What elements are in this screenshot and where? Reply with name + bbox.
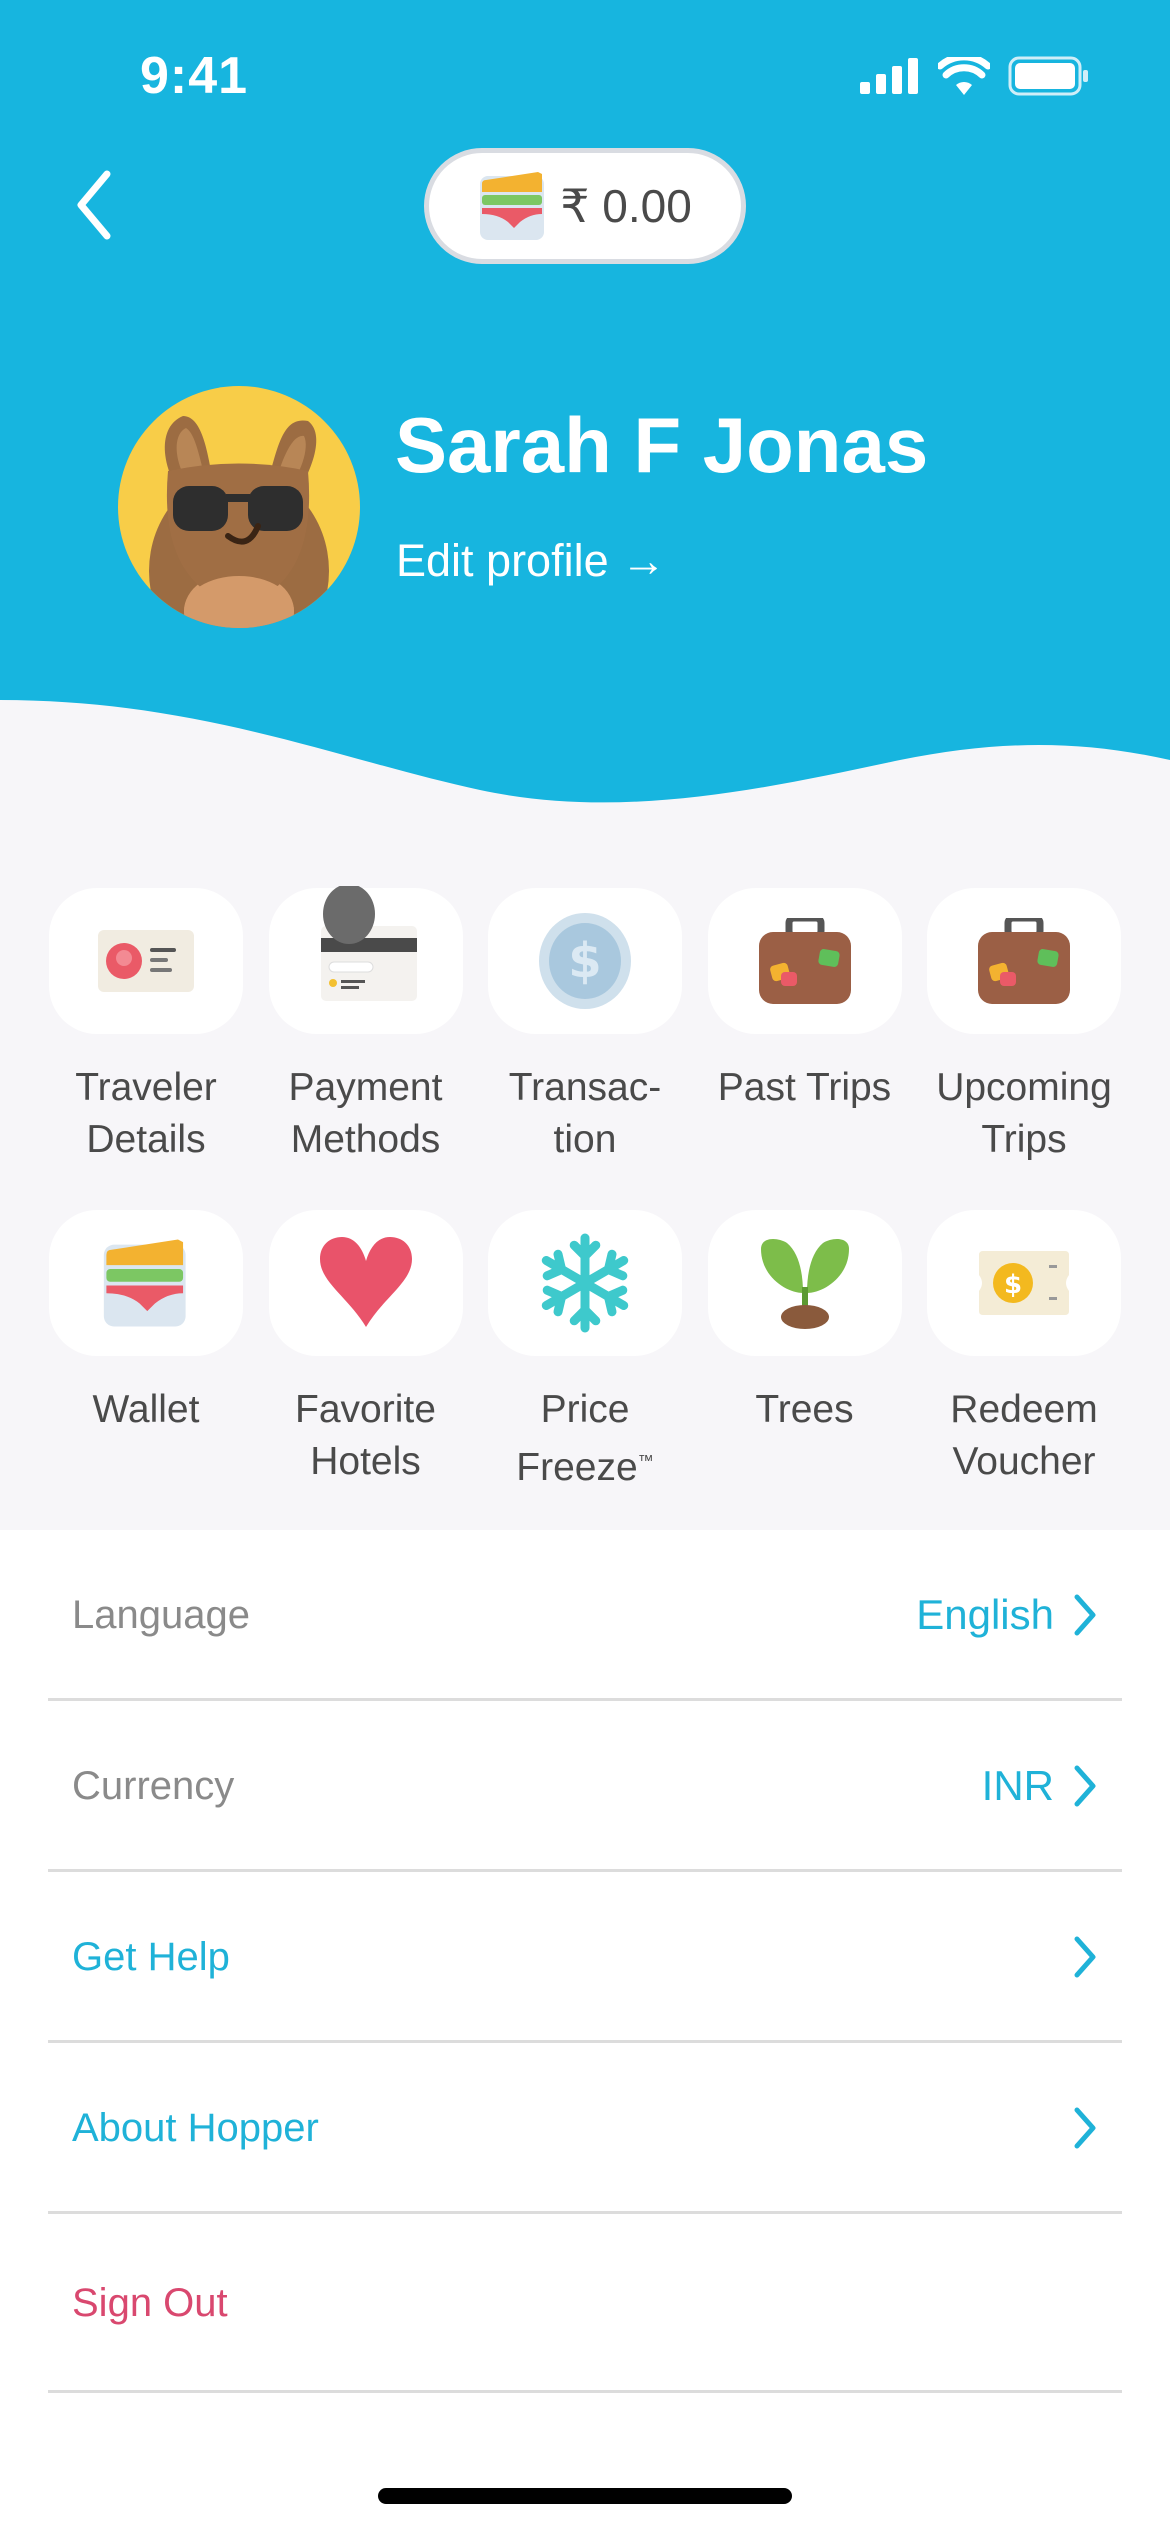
trademark-symbol: ™ [637,1453,654,1470]
chevron-right-icon [1074,2107,1096,2149]
id-card-icon [98,930,194,992]
suitcase-icon [978,918,1070,1004]
tile-trees[interactable]: Trees [707,1210,903,1494]
tile-label: Traveler Details [75,1066,217,1161]
status-icons [860,56,1090,96]
edit-profile-link[interactable]: Edit profile → [396,535,666,587]
tile-box [488,1210,682,1356]
tile-upcoming-trips[interactable]: Upcoming Trips [926,888,1122,1166]
cellular-signal-icon [860,58,918,94]
tile-box [707,1210,902,1356]
tile-label: Price Freeze™ [516,1384,653,1494]
sprout-icon [760,1239,849,1329]
wifi-icon [938,57,990,95]
snowflake-icon [541,1233,629,1333]
tile-favorite-hotels[interactable]: Favorite Hotels [268,1210,464,1494]
home-indicator[interactable] [378,2488,792,2504]
tile-transaction[interactable]: $ Transac- tion [487,888,683,1166]
tile-label: Payment Methods [288,1066,443,1161]
tile-box [927,888,1121,1034]
wallet-icon [103,1239,186,1327]
tile-box [707,888,902,1034]
tile-label: Transac- tion [508,1066,662,1161]
tile-redeem-voucher[interactable]: $ Redeem Voucher [926,1210,1122,1494]
divider [48,2390,1122,2393]
tile-label-text: Price Freeze [516,1388,638,1489]
currency-value-group: INR [982,1762,1098,1810]
about-hopper-chevron-group [1072,2106,1098,2150]
tile-label: Favorite Hotels [295,1388,436,1483]
back-button[interactable] [58,170,128,240]
credit-card-icon [320,886,417,1001]
chevron-left-icon [77,170,111,240]
tile-box: $ [927,1210,1121,1356]
wallet-icon [480,172,545,240]
chevron-right-icon [1074,1765,1096,1807]
profile-header: 9:41 ₹ 0.00 Sarah F Jonas Edit profile → [0,0,1170,820]
tile-box: $ [488,888,682,1034]
tile-wallet[interactable]: Wallet [48,1210,244,1494]
tile-box [268,1210,463,1356]
dollar-coin-icon: $ [539,913,631,1009]
get-help-row[interactable]: Get Help [48,1872,1122,2042]
language-label: Language [72,1592,250,1637]
chevron-right-icon [1074,1594,1096,1636]
tile-box [49,888,243,1034]
language-value-group: English [916,1591,1098,1639]
heart-icon [319,1237,412,1327]
get-help-chevron-group [1072,1935,1098,1979]
svg-text:$: $ [1004,1270,1022,1300]
tile-price-freeze[interactable]: Price Freeze™ [487,1210,683,1494]
svg-text:$: $ [568,933,601,989]
tile-box [268,886,463,1034]
get-help-label: Get Help [72,1934,230,1979]
sign-out-label: Sign Out [72,2280,228,2325]
language-value: English [916,1591,1054,1638]
bunny-avatar-icon [149,416,329,628]
tile-payment-methods[interactable]: Payment Methods [268,886,464,1166]
tile-label: Wallet [92,1388,200,1431]
about-hopper-row[interactable]: About Hopper [48,2043,1122,2213]
tile-traveler-details[interactable]: Traveler Details [48,888,244,1166]
profile-name: Sarah F Jonas [395,401,929,489]
tile-label: Upcoming Trips [936,1066,1112,1161]
tile-label: Redeem Voucher [950,1388,1098,1483]
suitcase-icon [758,918,851,1004]
divider [48,2211,1122,2214]
wallet-balance-button[interactable]: ₹ 0.00 [424,148,746,264]
sign-out-row[interactable]: Sign Out [48,2218,1122,2388]
chevron-right-icon [1074,1936,1096,1978]
tile-box [49,1210,243,1356]
wallet-balance-amount: ₹ 0.00 [560,180,692,232]
settings-list: Language English Currency INR Get Help A… [0,1530,1170,2532]
status-time: 9:41 [140,47,249,105]
language-row[interactable]: Language English [48,1530,1122,1700]
currency-row[interactable]: Currency INR [48,1701,1122,1871]
about-hopper-label: About Hopper [72,2105,319,2150]
currency-label: Currency [72,1763,235,1808]
shortcut-grid-row-1: Traveler Details Payment Methods $ Trans… [48,886,1122,1166]
tile-label: Past Trips [717,1066,892,1109]
currency-value: INR [981,1762,1054,1809]
tile-label: Trees [755,1388,854,1431]
battery-icon [1008,56,1088,96]
tile-past-trips[interactable]: Past Trips [707,888,903,1166]
voucher-icon: $ [979,1251,1069,1315]
avatar[interactable] [118,386,360,628]
shortcut-grid-row-2: Wallet Favorite Hotels Price Freeze™ Tre… [48,1210,1122,1494]
